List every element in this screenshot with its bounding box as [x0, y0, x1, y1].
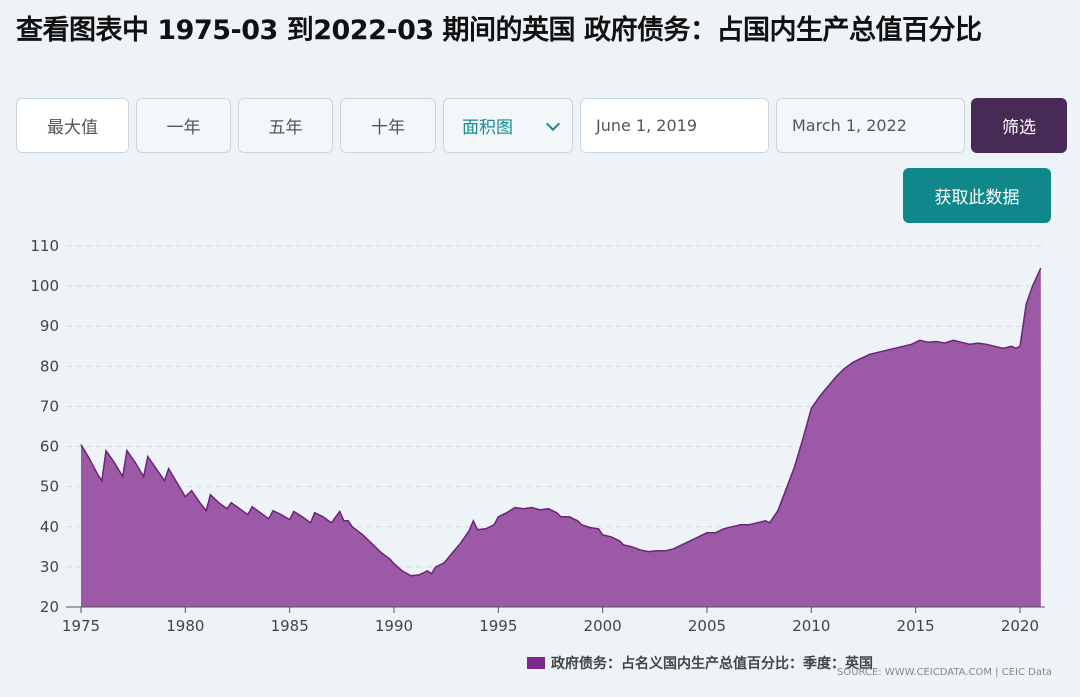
x-tick-label: 2005	[688, 617, 726, 635]
chart-legend[interactable]: 政府债务：占名义国内生产总值百分比：季度：英国	[527, 653, 873, 673]
chart-type-value: 面积图	[462, 118, 513, 138]
range-one-year-button[interactable]: 一年	[136, 98, 231, 153]
range-five-year-button[interactable]: 五年	[238, 98, 333, 153]
y-tick-label: 50	[40, 478, 59, 496]
area-chart: 20 30 40 50 60 70 80 90 100 110 1975 1980 1985 1990 19…	[30, 237, 1045, 635]
legend-label: 政府债务：占名义国内生产总值百分比：季度：英国	[551, 656, 873, 672]
y-tick-label: 100	[30, 277, 59, 295]
range-ten-year-button[interactable]: 十年	[340, 98, 436, 153]
x-tick-label: 1975	[62, 617, 100, 635]
page-title: 查看图表中 1975-03 到2022-03 期间的英国 政府债务：占国内生产总…	[16, 15, 982, 46]
x-tick-label: 2000	[584, 617, 622, 635]
end-date-input[interactable]: March 1, 2022	[776, 98, 965, 153]
x-tick-label: 1980	[166, 617, 204, 635]
start-date-input[interactable]: June 1, 2019	[580, 98, 769, 153]
x-tick-label: 2010	[792, 617, 830, 635]
y-tick-label: 40	[40, 518, 59, 536]
range-max-button[interactable]: 最大值	[16, 98, 129, 153]
area-fill	[81, 268, 1041, 607]
legend-swatch	[527, 657, 545, 669]
y-tick-label: 80	[40, 357, 59, 375]
x-tick-label: 1985	[271, 617, 309, 635]
filter-button[interactable]: 筛选	[971, 98, 1067, 153]
source-credit: SOURCE: WWW.CEICDATA.COM | CEIC Data	[836, 667, 1052, 678]
y-tick-label: 90	[40, 317, 59, 335]
get-data-button[interactable]: 获取此数据	[903, 168, 1051, 223]
y-tick-label: 30	[40, 558, 59, 576]
chart-type-select[interactable]: 面积图	[443, 98, 573, 153]
y-tick-label: 60	[40, 438, 59, 456]
x-tick-label: 2020	[1001, 617, 1039, 635]
y-tick-label: 70	[40, 397, 59, 415]
y-tick-label: 20	[40, 598, 59, 616]
x-tick-label: 2015	[897, 617, 935, 635]
x-tick-label: 1990	[375, 617, 413, 635]
area-series	[80, 267, 1042, 607]
y-tick-label: 110	[30, 237, 59, 255]
chevron-down-icon	[545, 116, 561, 132]
x-tick-label: 1995	[479, 617, 517, 635]
